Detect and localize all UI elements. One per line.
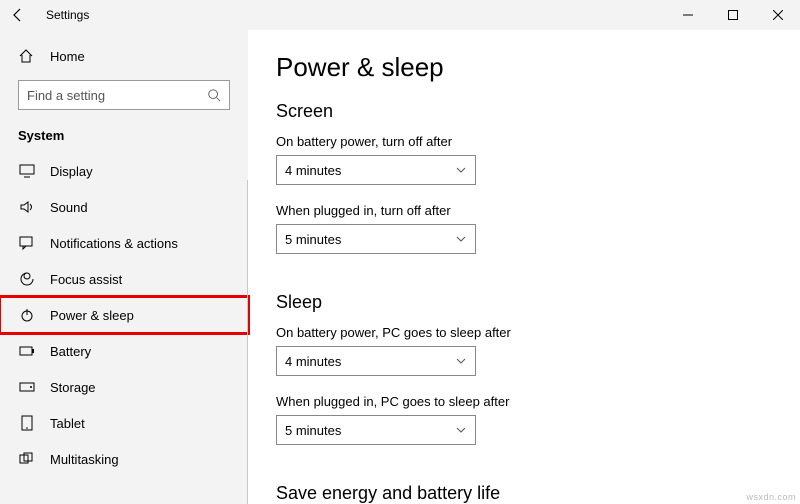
sidebar-item-label: Notifications & actions [50,236,178,251]
storage-icon [18,381,36,393]
title-bar: Settings [0,0,800,30]
search-input[interactable]: Find a setting [18,80,230,110]
sidebar-item-label: Sound [50,200,88,215]
sidebar-item-label: Multitasking [50,452,119,467]
sidebar-item-label: Power & sleep [50,308,134,323]
sleep-plugged-label: When plugged in, PC goes to sleep after [276,394,772,409]
content-pane: Power & sleep Screen On battery power, t… [248,30,800,504]
select-value: 5 minutes [285,232,341,247]
screen-plugged-label: When plugged in, turn off after [276,203,772,218]
maximize-button[interactable] [710,0,755,30]
sidebar-item-focus-assist[interactable]: Focus assist [0,261,248,297]
chevron-down-icon [455,424,467,436]
sidebar-item-notifications[interactable]: Notifications & actions [0,225,248,261]
close-button[interactable] [755,0,800,30]
screen-battery-label: On battery power, turn off after [276,134,772,149]
display-icon [18,164,36,178]
select-value: 4 minutes [285,163,341,178]
sound-icon [18,200,36,214]
footer-heading: Save energy and battery life [276,483,772,504]
sleep-plugged-select[interactable]: 5 minutes [276,415,476,445]
window-controls [665,0,800,30]
sleep-battery-select[interactable]: 4 minutes [276,346,476,376]
watermark: wsxdn.com [746,492,796,502]
focus-assist-icon [18,271,36,287]
sidebar-item-sound[interactable]: Sound [0,189,248,225]
select-value: 5 minutes [285,423,341,438]
home-label: Home [50,49,85,64]
sidebar: Home Find a setting System Display Sound [0,30,248,504]
search-placeholder: Find a setting [27,88,105,103]
search-icon [207,88,221,102]
tablet-icon [18,415,36,431]
sidebar-item-tablet[interactable]: Tablet [0,405,248,441]
sidebar-item-label: Focus assist [50,272,122,287]
sidebar-item-label: Tablet [50,416,85,431]
multitasking-icon [18,452,36,466]
sidebar-item-power-sleep[interactable]: Power & sleep [0,297,248,333]
sidebar-item-battery[interactable]: Battery [0,333,248,369]
sidebar-item-multitasking[interactable]: Multitasking [0,441,248,477]
sidebar-item-label: Display [50,164,93,179]
chevron-down-icon [455,164,467,176]
sidebar-scrollbar[interactable] [247,180,248,504]
back-button[interactable] [10,7,26,23]
screen-heading: Screen [276,101,772,122]
sidebar-item-display[interactable]: Display [0,153,248,189]
sleep-heading: Sleep [276,292,772,313]
home-icon [18,48,36,64]
battery-icon [18,345,36,357]
sidebar-item-label: Battery [50,344,91,359]
screen-plugged-select[interactable]: 5 minutes [276,224,476,254]
sidebar-heading: System [0,124,248,153]
screen-battery-select[interactable]: 4 minutes [276,155,476,185]
sleep-battery-label: On battery power, PC goes to sleep after [276,325,772,340]
minimize-button[interactable] [665,0,710,30]
page-title: Power & sleep [276,52,772,83]
sidebar-item-label: Storage [50,380,96,395]
window-title: Settings [46,8,89,22]
power-icon [18,307,36,323]
sidebar-item-storage[interactable]: Storage [0,369,248,405]
sidebar-home[interactable]: Home [0,40,248,72]
select-value: 4 minutes [285,354,341,369]
chevron-down-icon [455,355,467,367]
chevron-down-icon [455,233,467,245]
notifications-icon [18,236,36,250]
